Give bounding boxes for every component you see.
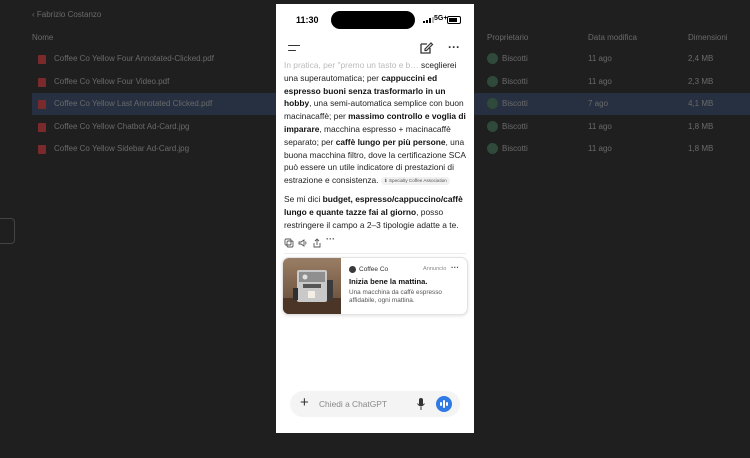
voice-mode-button[interactable] — [436, 396, 452, 412]
copy-icon[interactable] — [284, 235, 294, 248]
column-size[interactable]: Dimensioni — [688, 33, 728, 42]
pdf-file-icon — [38, 145, 46, 154]
file-size: 1,8 MB — [688, 144, 714, 153]
pdf-file-icon — [38, 77, 46, 87]
share-icon[interactable] — [312, 235, 322, 248]
status-bar: 11:30 5G+ — [276, 4, 474, 36]
file-owner: Biscotti — [502, 144, 528, 153]
more-icon[interactable]: ··· — [326, 235, 336, 245]
file-owner: Biscotti — [502, 54, 528, 63]
file-name: Coffee Co Yellow Four Video.pdf — [54, 76, 170, 86]
citation-label: Specialty Coffee Association — [388, 177, 447, 183]
divider — [284, 253, 466, 254]
microphone-icon[interactable] — [416, 397, 426, 411]
new-chat-icon[interactable] — [418, 40, 434, 56]
file-size: 4,1 MB — [688, 99, 714, 108]
ad-more-icon[interactable]: ··· — [451, 263, 459, 272]
plus-icon[interactable]: + — [300, 395, 309, 411]
more-options-icon[interactable]: ··· — [446, 40, 462, 56]
owner-avatar — [487, 75, 498, 87]
battery-icon — [447, 16, 461, 24]
composer-placeholder[interactable]: Chiedi a ChatGPT — [319, 399, 387, 409]
side-panel-handle[interactable] — [0, 218, 15, 244]
signal-icon — [423, 17, 434, 23]
file-size: 1,8 MB — [688, 121, 714, 131]
file-name: Coffee Co Yellow Sidebar Ad-Card.jpg — [54, 144, 190, 153]
speaker-icon[interactable] — [298, 235, 308, 247]
owner-avatar — [487, 120, 498, 132]
sponsored-ad-card[interactable]: Coffee Co Annuncio ··· Inizia bene la ma… — [282, 257, 468, 315]
file-modified: 11 ago — [588, 76, 612, 86]
pdf-file-icon — [38, 122, 46, 132]
owner-avatar — [487, 143, 498, 154]
ad-description: Una macchina da caffè espresso affidabil… — [349, 289, 442, 304]
file-owner: Biscotti — [502, 99, 528, 108]
network-label: 5G+ — [434, 15, 448, 22]
phone-screen: 11:30 5G+ ··· In pratica, per "premo un … — [276, 4, 474, 433]
espresso-machine-image — [283, 258, 341, 314]
breadcrumb[interactable]: ‹ Fabrizio Costanzo — [32, 10, 101, 19]
owner-avatar — [487, 53, 498, 64]
status-time: 11:30 — [296, 15, 319, 25]
file-modified: 11 ago — [588, 121, 612, 131]
message-text: Se mi dici — [284, 193, 323, 204]
file-size: 2,3 MB — [688, 76, 714, 86]
citation-chip[interactable]: ⬇ Specialty Coffee Association — [380, 176, 450, 185]
message-actions: ··· — [284, 235, 364, 248]
file-owner: Biscotti — [502, 121, 528, 131]
menu-icon[interactable] — [287, 41, 301, 55]
column-owner[interactable]: Proprietario — [487, 33, 528, 42]
ad-label: Annuncio — [423, 266, 447, 272]
file-name: Coffee Co Yellow Last Annotated Clicked.… — [54, 99, 213, 108]
ad-brand: Coffee Co — [359, 266, 389, 273]
message-bold: caffè lungo per più persone — [335, 136, 446, 147]
file-modified: 7 ago — [588, 99, 609, 108]
dynamic-island — [331, 11, 415, 29]
column-name[interactable]: Nome — [32, 33, 53, 42]
file-modified: 11 ago — [588, 144, 612, 153]
file-name: Coffee Co Yellow Chatbot Ad-Card.jpg — [54, 121, 190, 131]
pdf-file-icon — [38, 100, 46, 109]
assistant-message: In pratica, per "premo un tasto e b… sce… — [284, 59, 470, 237]
pdf-file-icon — [38, 55, 46, 64]
file-owner: Biscotti — [502, 76, 528, 86]
file-name: Coffee Co Yellow Four Annotated-Clicked.… — [54, 54, 214, 63]
chat-composer[interactable]: + Chiedi a ChatGPT — [290, 391, 460, 417]
file-size: 2,4 MB — [688, 54, 714, 63]
file-modified: 11 ago — [588, 54, 612, 63]
brand-logo-icon — [349, 266, 356, 273]
faded-text: In pratica, per "premo un tasto e b… — [284, 60, 419, 70]
ad-title: Inizia bene la mattina. — [349, 277, 428, 286]
column-modified[interactable]: Data modifica — [588, 33, 637, 42]
owner-avatar — [487, 98, 498, 109]
